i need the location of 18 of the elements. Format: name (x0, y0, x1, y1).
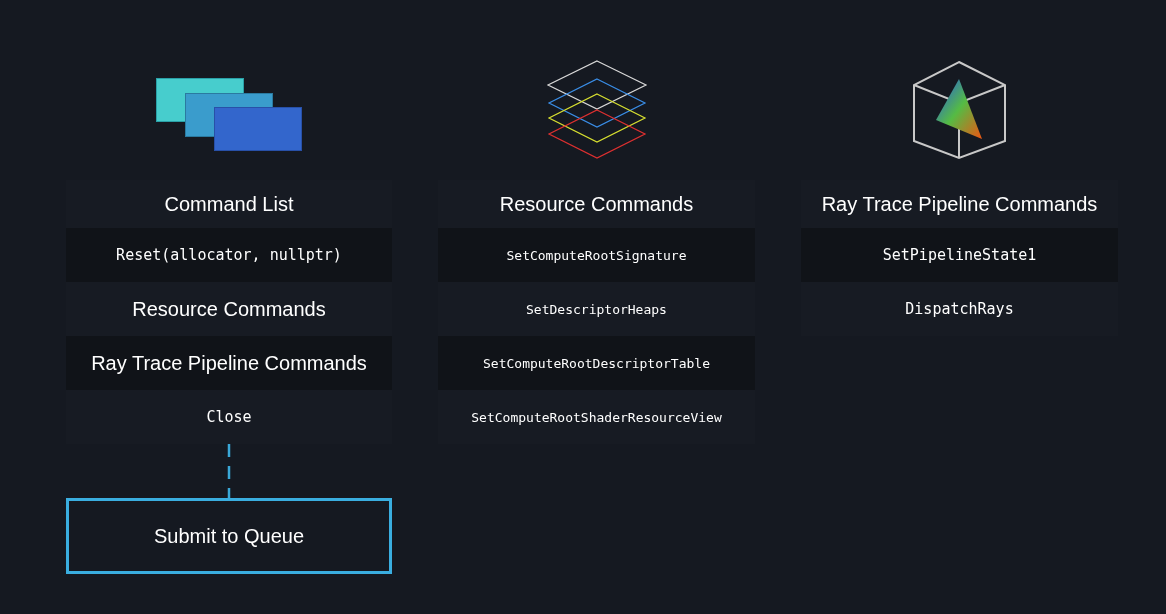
command-entry: SetComputeRootShaderResourceView (470, 408, 723, 427)
stacked-windows-icon (156, 78, 302, 152)
cube-with-triangle-icon (911, 60, 1008, 160)
column-title: Command List (163, 191, 295, 217)
command-group: Resource Commands (66, 282, 392, 336)
dashed-connector (227, 444, 231, 498)
command-entry: Reset(allocator, nullptr) (66, 228, 392, 282)
command-entry: SetPipelineState1 (801, 228, 1118, 282)
command-entry: Close (205, 407, 253, 428)
column-title: Ray Trace Pipeline Commands (820, 191, 1099, 217)
command-entry: SetComputeRootDescriptorTable (438, 336, 755, 390)
column-title: Resource Commands (498, 191, 695, 217)
command-group: Ray Trace Pipeline Commands (66, 336, 392, 390)
layers-icon (545, 60, 648, 160)
command-entry: SetDescriptorHeaps (525, 300, 668, 319)
submit-queue-box: Submit to Queue (66, 498, 392, 574)
command-entry: SetComputeRootSignature (438, 228, 755, 282)
command-entry: DispatchRays (904, 299, 1015, 320)
